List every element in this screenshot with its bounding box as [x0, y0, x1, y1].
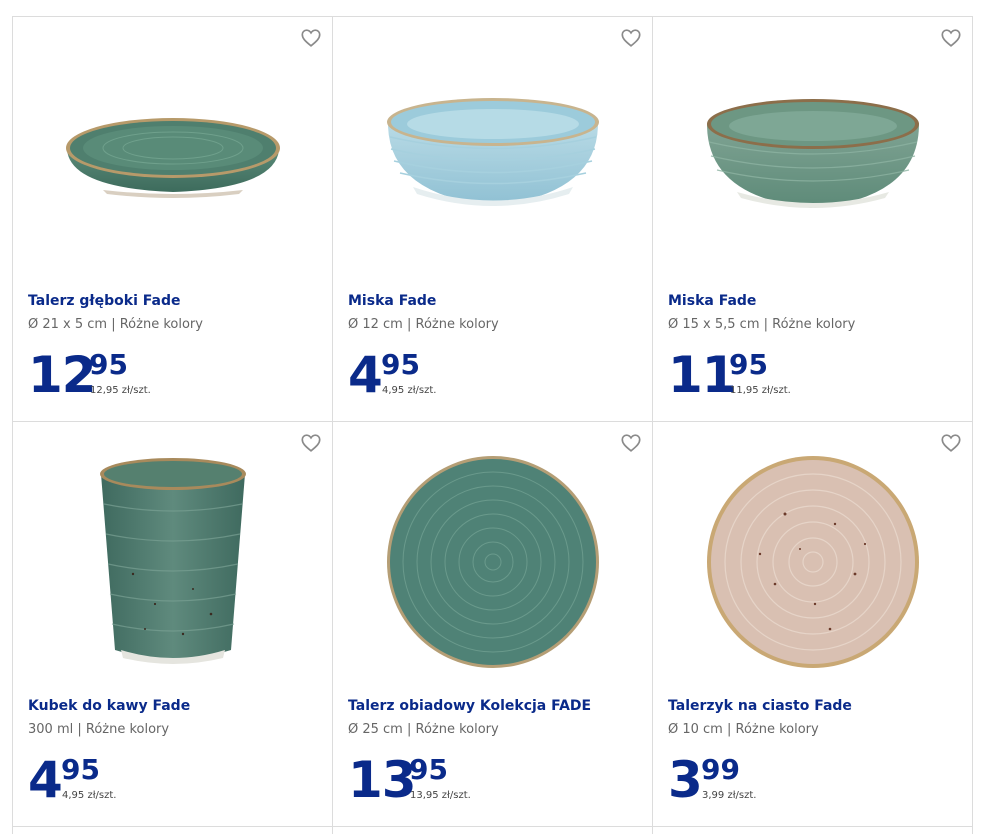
product-subtitle: Ø 21 x 5 cm | Różne kolory: [28, 317, 203, 332]
price-integer: 3: [668, 751, 703, 809]
heart-icon[interactable]: [620, 27, 642, 49]
product-title[interactable]: Talerzyk na ciasto Fade: [668, 698, 852, 714]
product-title[interactable]: Talerz obiadowy Kolekcja FADE: [348, 698, 591, 714]
heart-icon[interactable]: [300, 432, 322, 454]
product-subtitle: Ø 15 x 5,5 cm | Różne kolory: [668, 317, 856, 332]
bowl-illustration: [386, 98, 599, 206]
product-image[interactable]: [333, 47, 652, 267]
cake-plate-illustration: [706, 456, 919, 668]
price-integer: 4: [348, 346, 383, 404]
heart-icon[interactable]: [940, 432, 962, 454]
product-subtitle: Ø 12 cm | Różne kolory: [348, 317, 499, 332]
product-card[interactable]: Kubek do kawy Fade 300 ml | Różne kolory…: [13, 422, 333, 827]
product-subtitle: Ø 10 cm | Różne kolory: [668, 722, 819, 737]
price-decimal: 95: [409, 753, 448, 786]
product-title[interactable]: Talerz głęboki Fade: [28, 293, 180, 309]
price-integer: 4: [28, 751, 63, 809]
heart-icon[interactable]: [620, 432, 642, 454]
deep-plate-illustration: [65, 118, 280, 198]
bowl-illustration: [706, 99, 919, 208]
price-decimal: 99: [701, 753, 740, 786]
product-card[interactable]: Talerz głęboki Fade Ø 21 x 5 cm | Różne …: [13, 17, 333, 422]
product-title[interactable]: Kubek do kawy Fade: [28, 698, 190, 714]
price-decimal: 95: [61, 753, 100, 786]
product-image[interactable]: [333, 452, 652, 672]
product-title[interactable]: Miska Fade: [668, 293, 756, 309]
mug-illustration: [99, 458, 246, 664]
product-image[interactable]: [653, 47, 972, 267]
product-image[interactable]: [13, 47, 332, 267]
product-card[interactable]: Talerzyk na ciasto Fade Ø 10 cm | Różne …: [653, 422, 973, 827]
unit-price: 11,95 zł/szt.: [730, 385, 791, 396]
price-integer: 11: [668, 346, 737, 404]
product-grid: Talerz głęboki Fade Ø 21 x 5 cm | Różne …: [12, 16, 973, 834]
unit-price: 4,95 zł/szt.: [382, 385, 437, 396]
product-card[interactable]: Talerz obiadowy Kolekcja FADE Ø 25 cm | …: [333, 422, 653, 827]
unit-price: 4,95 zł/szt.: [62, 790, 117, 801]
price-integer: 13: [348, 751, 417, 809]
next-row-edge: [12, 826, 973, 834]
price-decimal: 95: [729, 348, 768, 381]
unit-price: 3,99 zł/szt.: [702, 790, 757, 801]
product-subtitle: Ø 25 cm | Różne kolory: [348, 722, 499, 737]
price-decimal: 95: [381, 348, 420, 381]
plate-illustration: [386, 456, 599, 668]
product-image[interactable]: [653, 452, 972, 672]
product-card[interactable]: Miska Fade Ø 12 cm | Różne kolory 4 95 4…: [333, 17, 653, 422]
heart-icon[interactable]: [940, 27, 962, 49]
heart-icon[interactable]: [300, 27, 322, 49]
price-decimal: 95: [89, 348, 128, 381]
product-card[interactable]: Miska Fade Ø 15 x 5,5 cm | Różne kolory …: [653, 17, 973, 422]
product-image[interactable]: [13, 452, 332, 672]
unit-price: 13,95 zł/szt.: [410, 790, 471, 801]
product-title[interactable]: Miska Fade: [348, 293, 436, 309]
unit-price: 12,95 zł/szt.: [90, 385, 151, 396]
price-integer: 12: [28, 346, 97, 404]
product-subtitle: 300 ml | Różne kolory: [28, 722, 170, 737]
